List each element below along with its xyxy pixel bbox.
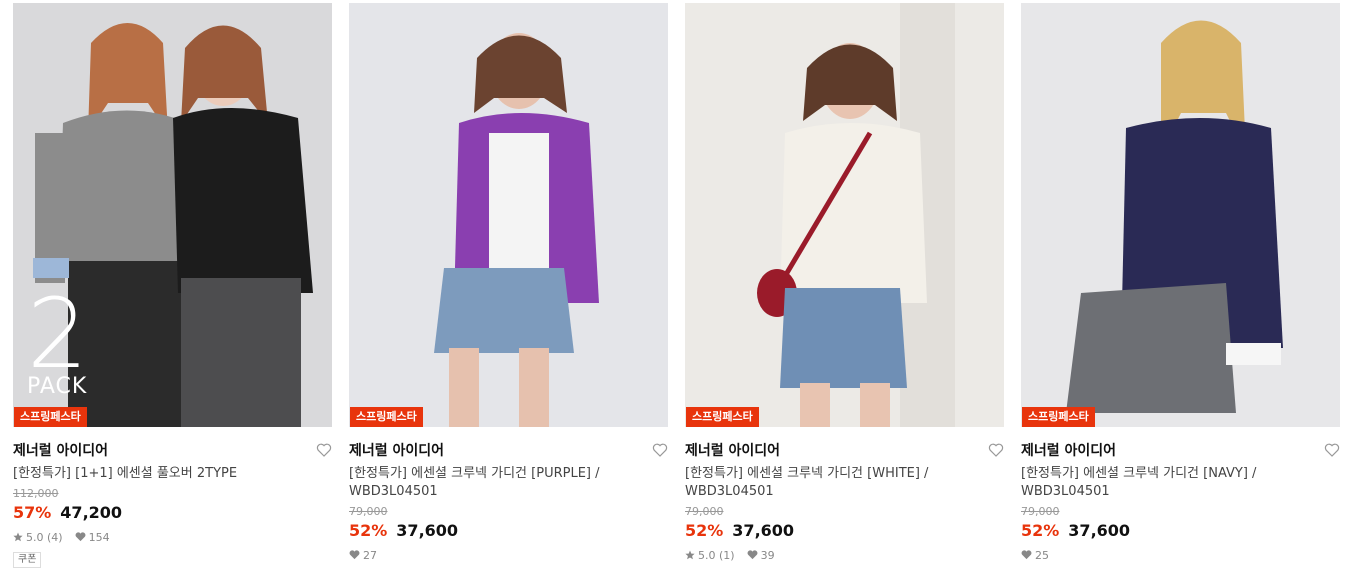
likes-count: 27 (363, 548, 377, 562)
product-image[interactable]: 스프링페스타 (685, 3, 1004, 427)
promo-badge: 스프링페스타 (686, 407, 759, 427)
original-price: 79,000 (349, 505, 388, 518)
sale-price: 37,600 (732, 521, 795, 540)
rating: 5.0 (4) (13, 531, 63, 544)
product-title[interactable]: [한정특가] [1+1] 에센셜 풀오버 2TYPE (13, 465, 313, 483)
product-card[interactable]: 스프링페스타 제너럴 아이디어 [한정특가] 에센셜 크루넥 가디건 [PURP… (349, 3, 668, 562)
heart-small-icon (1021, 550, 1032, 560)
heart-small-icon (75, 532, 86, 542)
discount-rate: 52% (1021, 521, 1060, 540)
likes-count: 25 (1035, 548, 1049, 562)
star-icon (685, 550, 695, 560)
promo-badge: 스프링페스타 (350, 407, 423, 427)
brand-name[interactable]: 제너럴 아이디어 (1021, 440, 1116, 460)
pack-label: 2 PACK (27, 286, 88, 399)
heart-small-icon (747, 550, 758, 560)
product-image[interactable]: 2 PACK 스프링페스타 (13, 3, 332, 427)
discount-rate: 57% (13, 503, 52, 522)
price-row: 52% 37,600 (685, 521, 1004, 540)
brand-name[interactable]: 제너럴 아이디어 (349, 440, 444, 460)
pack-text: PACK (27, 374, 88, 399)
heart-icon[interactable] (1324, 442, 1340, 458)
original-price: 79,000 (685, 505, 724, 518)
likes: 27 (349, 549, 377, 562)
product-image[interactable]: 스프링페스타 (1021, 3, 1340, 427)
likes: 154 (75, 531, 110, 544)
product-image[interactable]: 스프링페스타 (349, 3, 668, 427)
promo-badge: 스프링페스타 (14, 407, 87, 427)
likes-count: 39 (760, 548, 775, 562)
brand-row: 제너럴 아이디어 (1021, 441, 1340, 459)
rating: 5.0 (1) (685, 549, 735, 562)
meta-row: 5.0 (4) 154 (13, 530, 332, 544)
product-title[interactable]: [한정특가] 에센셜 크루넥 가디건 [WHITE] / WBD3L04501 (685, 465, 985, 501)
brand-name[interactable]: 제너럴 아이디어 (13, 440, 108, 460)
product-card[interactable]: 스프링페스타 제너럴 아이디어 [한정특가] 에센셜 크루넥 가디건 [NAVY… (1021, 3, 1340, 562)
sale-price: 37,600 (1068, 521, 1131, 540)
brand-row: 제너럴 아이디어 (349, 441, 668, 459)
likes-count: 154 (88, 530, 110, 544)
heart-icon[interactable] (652, 442, 668, 458)
brand-row: 제너럴 아이디어 (685, 441, 1004, 459)
product-title[interactable]: [한정특가] 에센셜 크루넥 가디건 [NAVY] / WBD3L04501 (1021, 465, 1321, 501)
sale-price: 47,200 (60, 503, 123, 522)
original-price: 79,000 (1021, 505, 1060, 518)
heart-icon[interactable] (316, 442, 332, 458)
original-price: 112,000 (13, 487, 59, 500)
product-title[interactable]: [한정특가] 에센셜 크루넥 가디건 [PURPLE] / WBD3L04501 (349, 465, 649, 501)
heart-icon[interactable] (988, 442, 1004, 458)
discount-rate: 52% (349, 521, 388, 540)
product-grid: 2 PACK 스프링페스타 제너럴 아이디어 [한정특가] [1+1] 에센셜 … (0, 0, 1348, 571)
price-row: 57% 47,200 (13, 503, 332, 522)
product-card[interactable]: 스프링페스타 제너럴 아이디어 [한정특가] 에센셜 크루넥 가디건 [WHIT… (685, 3, 1004, 562)
meta-row: 5.0 (1) 39 (685, 548, 1004, 562)
rating-text: 5.0 (4) (26, 530, 63, 544)
sale-price: 37,600 (396, 521, 459, 540)
product-photo (349, 3, 668, 427)
coupon-tag: 쿠폰 (13, 552, 42, 568)
price-row: 52% 37,600 (349, 521, 668, 540)
price-row: 52% 37,600 (1021, 521, 1340, 540)
promo-badge: 스프링페스타 (1022, 407, 1095, 427)
likes: 25 (1021, 549, 1049, 562)
product-card[interactable]: 2 PACK 스프링페스타 제너럴 아이디어 [한정특가] [1+1] 에센셜 … (13, 3, 332, 568)
product-photo (685, 3, 1004, 427)
meta-row: 25 (1021, 548, 1340, 562)
rating-text: 5.0 (1) (698, 548, 735, 562)
star-icon (13, 532, 23, 542)
likes: 39 (747, 549, 775, 562)
meta-row: 27 (349, 548, 668, 562)
brand-row: 제너럴 아이디어 (13, 441, 332, 459)
product-photo (1021, 3, 1340, 427)
brand-name[interactable]: 제너럴 아이디어 (685, 440, 780, 460)
discount-rate: 52% (685, 521, 724, 540)
pack-number: 2 (27, 278, 89, 390)
heart-small-icon (349, 550, 360, 560)
